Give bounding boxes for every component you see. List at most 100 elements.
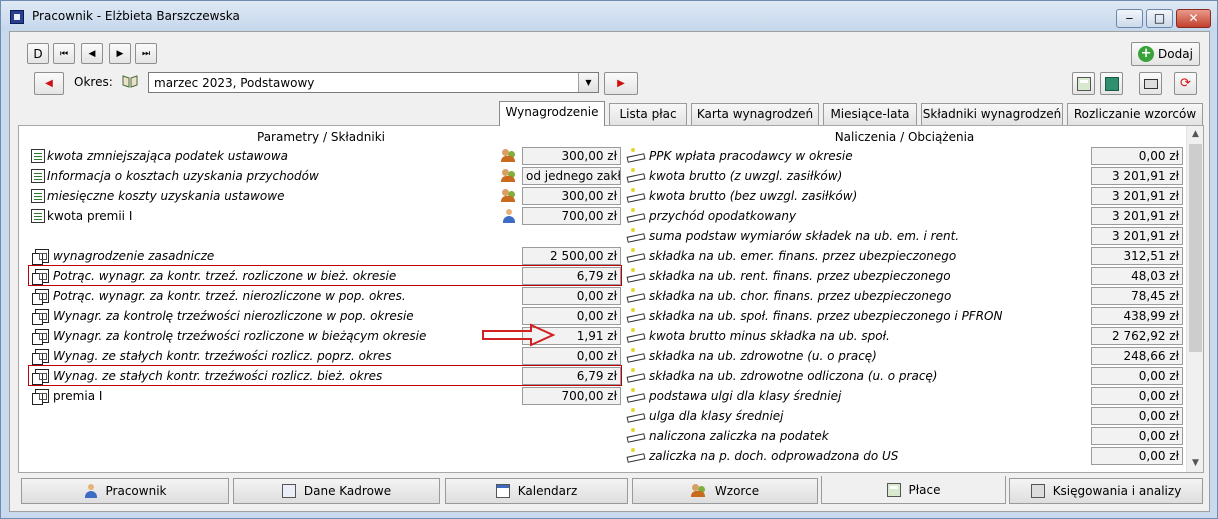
refresh-button[interactable]: ⟳ bbox=[1174, 72, 1197, 95]
people-icon[interactable] bbox=[501, 149, 517, 163]
tab-skladniki-wynagrodzen[interactable]: Składniki wynagrodzeń bbox=[921, 103, 1063, 125]
param-label: miesięczne koszty uzyskania ustawowe bbox=[47, 189, 285, 203]
charge-row[interactable]: zaliczka na p. doch. odprowadzona do US … bbox=[627, 446, 1183, 466]
books-button[interactable] bbox=[1100, 72, 1123, 95]
tab-rozliczanie-wzorcow[interactable]: Rozliczanie wzorców bbox=[1067, 103, 1203, 125]
add-button[interactable]: + Dodaj bbox=[1131, 42, 1200, 66]
pen-icon bbox=[627, 228, 645, 243]
charge-row[interactable]: ulga dla klasy średniej 0,00 zł bbox=[627, 406, 1183, 426]
component-row[interactable]: premia I 700,00 zł bbox=[31, 386, 621, 406]
charge-row[interactable]: podstawa ulgi dla klasy średniej 0,00 zł bbox=[627, 386, 1183, 406]
pen-icon bbox=[627, 328, 645, 343]
charge-value[interactable]: 248,66 zł bbox=[1091, 347, 1183, 365]
period-select[interactable]: marzec 2023, Podstawowy ▼ bbox=[148, 72, 599, 93]
pen-icon bbox=[627, 188, 645, 203]
charge-value[interactable]: 3 201,91 zł bbox=[1091, 187, 1183, 205]
nav-last-button[interactable]: ⏭ bbox=[135, 43, 157, 64]
component-value[interactable]: 0,00 zł bbox=[522, 287, 621, 305]
component-value[interactable]: 700,00 zł bbox=[522, 387, 621, 405]
charge-value[interactable]: 2 762,92 zł bbox=[1091, 327, 1183, 345]
printer-icon bbox=[1143, 78, 1158, 89]
charge-value[interactable]: 3 201,91 zł bbox=[1091, 167, 1183, 185]
charge-row[interactable]: kwota brutto (bez uwzgl. zasiłków) 3 201… bbox=[627, 186, 1183, 206]
pen-icon bbox=[627, 288, 645, 303]
doc-icon bbox=[31, 189, 45, 203]
charge-value[interactable]: 78,45 zł bbox=[1091, 287, 1183, 305]
charge-row[interactable]: kwota brutto (z uwzgl. zasiłków) 3 201,9… bbox=[627, 166, 1183, 186]
maximize-button[interactable]: □ bbox=[1146, 9, 1173, 28]
tab-wzorce[interactable]: Wzorce bbox=[632, 478, 818, 504]
charge-value[interactable]: 0,00 zł bbox=[1091, 447, 1183, 465]
tab-pracownik[interactable]: Pracownik bbox=[21, 478, 229, 504]
charge-value[interactable]: 0,00 zł bbox=[1091, 387, 1183, 405]
charge-row[interactable]: składka na ub. rent. finans. przez ubezp… bbox=[627, 266, 1183, 286]
vertical-scrollbar[interactable]: ▲ ▼ bbox=[1186, 126, 1203, 472]
tab-karta-wynagrodzen[interactable]: Karta wynagrodzeń bbox=[691, 103, 819, 125]
refresh-icon: ⟳ bbox=[1180, 76, 1191, 91]
tab-wynagrodzenie[interactable]: Wynagrodzenie bbox=[499, 101, 605, 126]
charge-row[interactable]: kwota brutto minus składka na ub. społ. … bbox=[627, 326, 1183, 346]
period-prev-button[interactable]: ◀ bbox=[34, 72, 64, 95]
component-value[interactable]: 2 500,00 zł bbox=[522, 247, 621, 265]
print-button[interactable] bbox=[1139, 72, 1162, 95]
tab-dane-kadrowe[interactable]: Dane Kadrowe bbox=[233, 478, 440, 504]
tab-lista-plac[interactable]: Lista płac bbox=[609, 103, 687, 125]
period-next-button[interactable]: ▶ bbox=[604, 72, 638, 95]
charge-row[interactable]: składka na ub. chor. finans. przez ubezp… bbox=[627, 286, 1183, 306]
nav-start-button[interactable]: ⏮ bbox=[53, 43, 75, 64]
scroll-up-icon[interactable]: ▲ bbox=[1187, 126, 1204, 143]
charge-value[interactable]: 0,00 zł bbox=[1091, 367, 1183, 385]
param-row[interactable]: kwota zmniejszająca podatek ustawowa 300… bbox=[31, 146, 621, 166]
param-row[interactable]: kwota premii I 700,00 zł bbox=[31, 206, 621, 226]
charge-value[interactable]: 0,00 zł bbox=[1091, 427, 1183, 445]
pen-icon bbox=[627, 428, 645, 443]
component-row[interactable]: wynagrodzenie zasadnicze 2 500,00 zł bbox=[31, 246, 621, 266]
charge-row[interactable]: składka na ub. społ. finans. przez ubezp… bbox=[627, 306, 1183, 326]
component-value[interactable]: 6,79 zł bbox=[522, 267, 621, 285]
tab-kalendarz[interactable]: Kalendarz bbox=[445, 478, 628, 504]
nav-first-button[interactable]: D bbox=[27, 43, 49, 64]
tab-place[interactable]: Płace bbox=[821, 476, 1006, 504]
component-row[interactable]: Potrąc. wynagr. za kontr. trzeź. nierozl… bbox=[31, 286, 621, 306]
person-icon[interactable] bbox=[502, 209, 516, 223]
param-value[interactable]: 300,00 zł bbox=[522, 187, 621, 205]
nav-next-button[interactable]: ▶ bbox=[109, 43, 131, 64]
param-label: kwota premii I bbox=[47, 209, 133, 223]
param-row[interactable]: Informacja o kosztach uzyskania przychod… bbox=[31, 166, 621, 186]
charge-value[interactable]: 3 201,91 zł bbox=[1091, 227, 1183, 245]
chevron-down-icon[interactable]: ▼ bbox=[578, 73, 598, 92]
nav-prev-button[interactable]: ◀ bbox=[81, 43, 103, 64]
param-value[interactable]: od jednego zakł... bbox=[522, 167, 621, 185]
charge-value[interactable]: 48,03 zł bbox=[1091, 267, 1183, 285]
component-row[interactable]: Wynag. ze stałych kontr. trzeźwości rozl… bbox=[31, 346, 621, 366]
param-row[interactable]: miesięczne koszty uzyskania ustawowe 300… bbox=[31, 186, 621, 206]
people-icon[interactable] bbox=[501, 169, 517, 183]
charge-value[interactable]: 3 201,91 zł bbox=[1091, 207, 1183, 225]
scrollbar-thumb[interactable] bbox=[1189, 144, 1202, 352]
charge-row[interactable]: składka na ub. emer. finans. przez ubezp… bbox=[627, 246, 1183, 266]
charge-row[interactable]: przychód opodatkowany 3 201,91 zł bbox=[627, 206, 1183, 226]
calculator-button[interactable] bbox=[1072, 72, 1095, 95]
charge-value[interactable]: 438,99 zł bbox=[1091, 307, 1183, 325]
param-value[interactable]: 700,00 zł bbox=[522, 207, 621, 225]
charge-row[interactable]: naliczona zaliczka na podatek 0,00 zł bbox=[627, 426, 1183, 446]
component-value[interactable]: 0,00 zł bbox=[522, 347, 621, 365]
charge-row[interactable]: składka na ub. zdrowotne odliczona (u. o… bbox=[627, 366, 1183, 386]
charge-value[interactable]: 312,51 zł bbox=[1091, 247, 1183, 265]
charge-row[interactable]: PPK wpłata pracodawcy w okresie 0,00 zł bbox=[627, 146, 1183, 166]
charge-row[interactable]: suma podstaw wymiarów składek na ub. em.… bbox=[627, 226, 1183, 246]
scroll-down-icon[interactable]: ▼ bbox=[1187, 455, 1204, 472]
charge-row[interactable]: składka na ub. zdrowotne (u. o pracę) 24… bbox=[627, 346, 1183, 366]
tab-ksiegowania[interactable]: Księgowania i analizy bbox=[1009, 478, 1203, 504]
charge-value[interactable]: 0,00 zł bbox=[1091, 407, 1183, 425]
close-button[interactable]: ✕ bbox=[1176, 9, 1211, 28]
component-value[interactable]: 6,79 zł bbox=[522, 367, 621, 385]
tab-miesiace-lata[interactable]: Miesiące-lata bbox=[823, 103, 917, 125]
id-card-icon bbox=[281, 484, 296, 498]
minimize-button[interactable]: ‒ bbox=[1116, 9, 1143, 28]
charge-value[interactable]: 0,00 zł bbox=[1091, 147, 1183, 165]
component-row[interactable]: Potrąc. wynagr. za kontr. trzeź. rozlicz… bbox=[31, 266, 621, 286]
component-row[interactable]: Wynag. ze stałych kontr. trzeźwości rozl… bbox=[31, 366, 621, 386]
param-value[interactable]: 300,00 zł bbox=[522, 147, 621, 165]
people-icon[interactable] bbox=[501, 189, 517, 203]
